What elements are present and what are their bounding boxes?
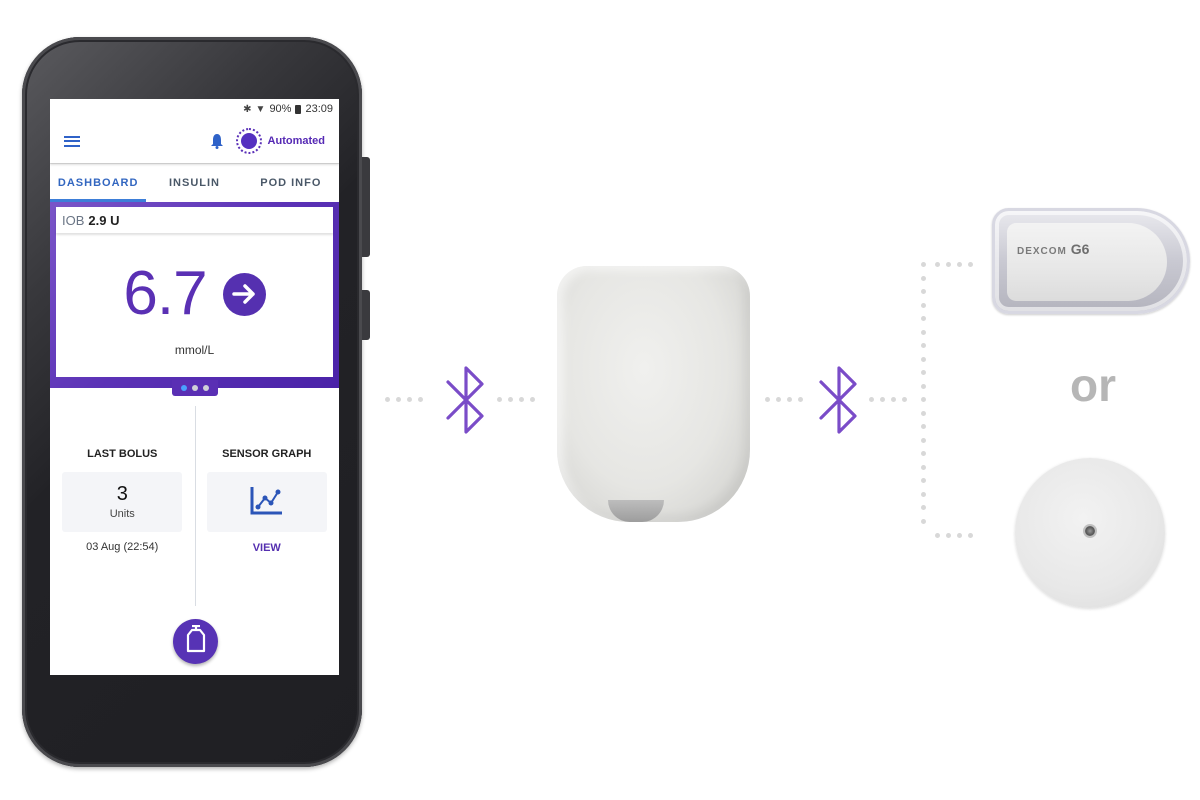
tab-dashboard[interactable]: DASHBOARD: [50, 164, 147, 202]
iob-label: IOB: [62, 212, 85, 228]
or-separator: or: [1070, 359, 1116, 411]
clock: 23:09: [305, 103, 333, 115]
iob-row: IOB 2.9 U: [56, 207, 333, 233]
tab-pod-info[interactable]: POD INFO: [243, 164, 339, 202]
last-bolus-value: 3: [116, 483, 128, 505]
bluetooth-icon: ✱: [243, 103, 252, 115]
glucose-value: 6.7: [123, 259, 207, 328]
connection-dots: [765, 397, 803, 402]
last-bolus-unit: Units: [109, 508, 135, 520]
phone-screen: ✱ ▼ 90% 23:09 Automated DASHBOARD INSULI…: [50, 99, 339, 675]
sensor-graph-box[interactable]: [206, 472, 327, 532]
connection-dots: [385, 397, 423, 402]
tab-insulin[interactable]: INSULIN: [146, 164, 242, 202]
dexcom-g6-transmitter: DEXCOM G6: [992, 208, 1190, 314]
dexcom-label: DEXCOM G6: [1017, 241, 1090, 257]
sensor-graph-panel: SENSOR GRAPH VIEW: [195, 396, 340, 636]
last-bolus-box: 3 Units: [62, 472, 183, 532]
panel-divider: [195, 406, 196, 606]
last-bolus-time: 03 Aug (22:54): [86, 541, 159, 553]
pod-device: [557, 266, 750, 522]
automated-mode-icon[interactable]: [235, 128, 262, 154]
card-pager[interactable]: [172, 380, 218, 396]
glucose-card[interactable]: IOB 2.9 U 6.7 mmol/L: [50, 202, 339, 396]
menu-icon[interactable]: [64, 135, 80, 147]
insulin-vial-icon: [186, 624, 206, 658]
app-header: Automated: [50, 119, 339, 163]
power-button: [362, 290, 370, 340]
trend-arrow-right-icon: [222, 272, 266, 316]
pager-dot[interactable]: [203, 385, 209, 391]
view-sensor-graph-link[interactable]: VIEW: [253, 542, 281, 554]
tab-bar: DASHBOARD INSULIN POD INFO: [50, 163, 339, 202]
glucose-unit: mmol/L: [174, 343, 215, 357]
bluetooth-icon: [818, 365, 860, 440]
mode-label[interactable]: Automated: [268, 135, 325, 147]
battery-percent: 90%: [269, 103, 292, 115]
connection-dots: [497, 397, 535, 402]
connection-dots: [935, 533, 973, 538]
bolus-fab-button[interactable]: [173, 619, 218, 664]
bell-icon[interactable]: [210, 133, 224, 149]
status-bar: ✱ ▼ 90% 23:09: [50, 99, 339, 119]
connection-dots: [869, 397, 907, 402]
bluetooth-icon: [445, 365, 487, 440]
wifi-icon: ▼: [255, 103, 266, 115]
last-bolus-panel: LAST BOLUS 3 Units 03 Aug (22:54): [50, 396, 195, 636]
sensor-graph-title: SENSOR GRAPH: [222, 448, 312, 460]
last-bolus-title: LAST BOLUS: [87, 448, 158, 460]
libre-sensor: [1015, 458, 1165, 608]
iob-value: 2.9 U: [88, 212, 120, 228]
connection-dots: [935, 262, 973, 267]
battery-icon: [295, 104, 302, 114]
dashboard-panels: LAST BOLUS 3 Units 03 Aug (22:54) SENSOR…: [50, 396, 339, 636]
pager-dot[interactable]: [192, 385, 198, 391]
line-chart-icon: [250, 485, 284, 520]
pager-dot[interactable]: [181, 385, 187, 391]
volume-button: [362, 157, 370, 257]
connection-dots-vertical: [921, 262, 926, 524]
